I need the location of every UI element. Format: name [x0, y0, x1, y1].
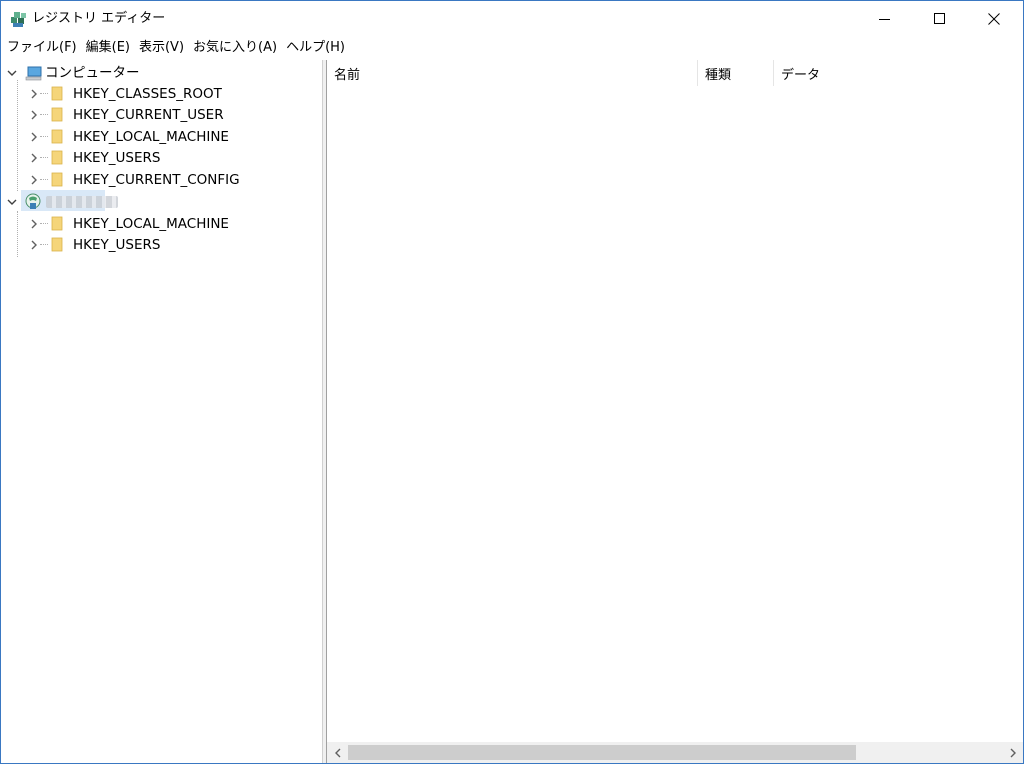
tree-label-hive: HKEY_CURRENT_USER [73, 106, 224, 123]
tree-label-hive: HKEY_USERS [73, 236, 161, 253]
maximize-button[interactable] [917, 1, 963, 37]
registry-editor-icon [11, 12, 26, 27]
tree-label-hive: HKEY_CLASSES_ROOT [73, 85, 222, 102]
menu-help[interactable]: ヘルプ(H) [284, 38, 347, 58]
horizontal-scrollbar[interactable] [327, 742, 1023, 763]
chevron-right-icon[interactable] [27, 130, 41, 144]
window-title: レジストリ エディター [32, 11, 166, 26]
folder-icon [51, 237, 63, 252]
tree-node-hkey-current-config[interactable]: HKEY_CURRENT_CONFIG [27, 169, 240, 190]
scroll-right-button[interactable] [1002, 742, 1023, 763]
tree-label-hive: HKEY_LOCAL_MACHINE [73, 215, 229, 232]
tree-pane[interactable]: コンピューター HKEY_CLASSES_ROOT HKEY_CURRENT_U… [1, 60, 323, 763]
chevron-down-icon[interactable] [5, 66, 19, 80]
menu-favorites[interactable]: お気に入り(A) [191, 38, 279, 58]
values-list-pane[interactable]: 名前 種類 データ [327, 60, 1023, 763]
tree-node-remote-computer[interactable] [5, 191, 118, 212]
chevron-right-icon[interactable] [27, 87, 41, 101]
chevron-right-icon [1010, 748, 1016, 757]
scrollbar-thumb[interactable] [348, 745, 856, 760]
folder-icon [51, 172, 63, 187]
chevron-right-icon[interactable] [27, 151, 41, 165]
maximize-icon [934, 13, 945, 24]
column-header-name[interactable]: 名前 [327, 60, 698, 86]
menu-file[interactable]: ファイル(F) [5, 38, 79, 58]
network-computer-icon [25, 193, 41, 209]
folder-icon [51, 150, 63, 165]
chevron-right-icon[interactable] [27, 238, 41, 252]
folder-icon [51, 86, 63, 101]
title-bar[interactable]: レジストリ エディター [1, 1, 1023, 37]
chevron-right-icon[interactable] [27, 173, 41, 187]
chevron-right-icon[interactable] [27, 108, 41, 122]
folder-icon [51, 107, 63, 122]
scroll-left-button[interactable] [327, 742, 348, 763]
chevron-right-icon[interactable] [27, 217, 41, 231]
tree-node-hkey-users[interactable]: HKEY_USERS [27, 147, 160, 168]
column-header-label: 種類 [705, 67, 732, 83]
tree-node-remote-hkey-local-machine[interactable]: HKEY_LOCAL_MACHINE [27, 213, 229, 234]
chevron-down-icon[interactable] [5, 195, 19, 209]
column-header-type[interactable]: 種類 [698, 60, 774, 86]
tree-node-hkey-current-user[interactable]: HKEY_CURRENT_USER [27, 104, 224, 125]
tree-node-computer[interactable]: コンピューター [5, 62, 140, 83]
remote-computer-name-redacted [46, 195, 118, 208]
tree-line [17, 80, 18, 191]
tree-label-computer: コンピューター [45, 64, 140, 81]
tree-label-hive: HKEY_USERS [73, 149, 161, 166]
tree-label-hive: HKEY_LOCAL_MACHINE [73, 128, 229, 145]
column-header-data[interactable]: データ [774, 60, 1023, 86]
minimize-button[interactable] [862, 1, 908, 37]
menu-bar: ファイル(F) 編集(E) 表示(V) お気に入り(A) ヘルプ(H) [1, 37, 1023, 59]
panes: コンピューター HKEY_CLASSES_ROOT HKEY_CURRENT_U… [1, 60, 1023, 763]
folder-icon [51, 216, 63, 231]
tree-label-hive: HKEY_CURRENT_CONFIG [73, 171, 240, 188]
column-header-label: 名前 [334, 67, 361, 83]
menu-view[interactable]: 表示(V) [137, 38, 186, 58]
close-button[interactable] [971, 1, 1017, 37]
tree-node-remote-hkey-users[interactable]: HKEY_USERS [27, 234, 160, 255]
close-icon [988, 13, 1000, 25]
tree-line [17, 211, 18, 257]
menu-edit[interactable]: 編集(E) [84, 38, 132, 58]
column-header-label: データ [781, 67, 821, 83]
chevron-left-icon [334, 748, 340, 757]
computer-icon [25, 66, 42, 80]
tree-node-hkey-local-machine[interactable]: HKEY_LOCAL_MACHINE [27, 126, 229, 147]
folder-icon [51, 129, 63, 144]
registry-editor-window: レジストリ エディター ファイル(F) 編集(E) 表示(V) お気に入り(A)… [0, 0, 1024, 764]
tree-node-hkey-classes-root[interactable]: HKEY_CLASSES_ROOT [27, 83, 222, 104]
minimize-icon [879, 19, 890, 20]
